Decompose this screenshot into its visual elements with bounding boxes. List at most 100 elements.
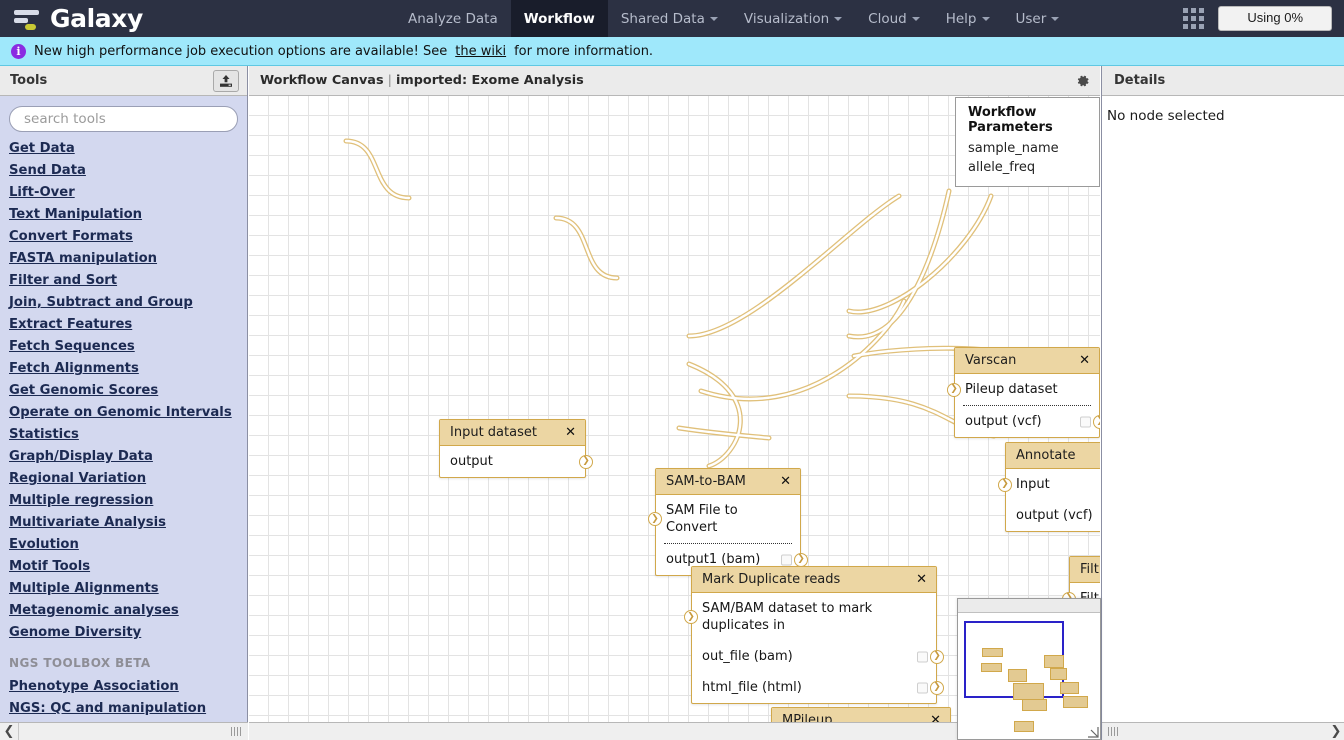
tool-item-operate-on-genomic-intervals[interactable]: Operate on Genomic Intervals — [9, 402, 238, 424]
tool-item-metagenomic-analyses[interactable]: Metagenomic analyses — [9, 600, 238, 622]
output-terminal[interactable]: ❯ — [579, 455, 593, 469]
upload-icon[interactable] — [213, 70, 239, 92]
tool-item-phenotype-association[interactable]: Phenotype Association — [9, 676, 238, 698]
node-input-dataset[interactable]: Input dataset ✕ output ❯ — [439, 419, 586, 478]
node-output-row: html_file (html) ❯ — [692, 672, 936, 703]
details-scrollbar[interactable]: ❯ — [1102, 722, 1344, 740]
output-visible-icon[interactable] — [781, 554, 792, 565]
wiki-link[interactable]: the wiki — [455, 44, 506, 59]
close-icon[interactable]: ✕ — [922, 714, 941, 722]
output-terminal[interactable]: ❯ — [794, 553, 808, 567]
node-header[interactable]: SAM-to-BAM ✕ — [656, 469, 800, 495]
output-visible-icon[interactable] — [1080, 416, 1091, 427]
chevron-right-icon[interactable]: ❯ — [1327, 723, 1344, 740]
search-input[interactable] — [9, 106, 238, 132]
nav-item-help[interactable]: Help — [933, 0, 1003, 37]
close-icon[interactable]: ✕ — [772, 475, 791, 488]
chevron-down-icon — [912, 17, 920, 21]
node-header[interactable]: MPileup ✕ — [772, 708, 950, 722]
close-icon[interactable]: ✕ — [908, 573, 927, 586]
nav-item-shared-data[interactable]: Shared Data — [608, 0, 731, 37]
tool-item-regional-variation[interactable]: Regional Variation — [9, 468, 238, 490]
nav-label: Visualization — [744, 11, 829, 27]
tool-item-evolution[interactable]: Evolution — [9, 534, 238, 556]
tool-item-motif-tools[interactable]: Motif Tools — [9, 556, 238, 578]
tool-item-extract-features[interactable]: Extract Features — [9, 314, 238, 336]
brand[interactable]: Galaxy — [0, 0, 395, 37]
node-output-row: output (vcf) ❯ — [955, 406, 1099, 437]
node-body: ❯ SAM/BAM dataset to mark duplicates in … — [692, 593, 936, 703]
tool-item-filter-and-sort[interactable]: Filter and Sort — [9, 270, 238, 292]
details-title: Details — [1114, 73, 1165, 88]
output-visible-icon[interactable] — [917, 682, 928, 693]
tool-item-statistics[interactable]: Statistics — [9, 424, 238, 446]
node-mark-duplicate-reads[interactable]: Mark Duplicate reads ✕ ❯ SAM/BAM dataset… — [691, 566, 937, 704]
tool-item-fetch-alignments[interactable]: Fetch Alignments — [9, 358, 238, 380]
nav-item-analyze-data[interactable]: Analyze Data — [395, 0, 511, 37]
node-body: ❯ SAM File to Convert output1 (bam) ❯ — [656, 495, 800, 575]
output-visible-icon[interactable] — [917, 651, 928, 662]
tool-item-fasta-manipulation[interactable]: FASTA manipulation — [9, 248, 238, 270]
resize-handle-icon[interactable] — [1087, 726, 1099, 738]
minimap-node — [981, 663, 1002, 672]
tool-item-genome-diversity[interactable]: Genome Diversity — [9, 622, 238, 644]
tool-item-text-manipulation[interactable]: Text Manipulation — [9, 204, 238, 226]
tool-section-header: NGS TOOLBOX BETA — [9, 652, 238, 674]
chevron-down-icon — [982, 17, 990, 21]
input-terminal[interactable]: ❯ — [684, 610, 698, 624]
tool-item-graph-display-data[interactable]: Graph/Display Data — [9, 446, 238, 468]
grid-menu-icon[interactable] — [1183, 8, 1204, 29]
close-icon[interactable]: ✕ — [1071, 354, 1090, 367]
scrollbar-grip[interactable] — [1108, 727, 1118, 736]
chevron-left-icon[interactable]: ❮ — [0, 723, 18, 740]
nav-item-visualization[interactable]: Visualization — [731, 0, 855, 37]
workflow-minimap[interactable] — [957, 598, 1101, 740]
tool-item-multivariate-analysis[interactable]: Multivariate Analysis — [9, 512, 238, 534]
tool-item-multiple-alignments[interactable]: Multiple Alignments — [9, 578, 238, 600]
tool-item-send-data[interactable]: Send Data — [9, 160, 238, 182]
tool-item-get-data[interactable]: Get Data — [9, 138, 238, 160]
node-varscan[interactable]: Varscan ✕ ❯ Pileup dataset output (vcf) … — [954, 347, 1100, 438]
close-icon[interactable]: ✕ — [557, 426, 576, 439]
scrollbar-track[interactable] — [18, 723, 248, 740]
node-header[interactable]: Annotate ✕ — [1006, 443, 1100, 469]
node-input-label: Input — [1016, 477, 1050, 492]
minimap-node — [982, 648, 1003, 657]
input-terminal[interactable]: ❯ — [648, 512, 662, 526]
node-title: Filt — [1080, 562, 1099, 577]
scrollbar-track[interactable] — [1102, 723, 1327, 740]
output-terminal[interactable]: ❯ — [930, 681, 944, 695]
tool-item-lift-over[interactable]: Lift-Over — [9, 182, 238, 204]
nav-item-user[interactable]: User — [1003, 0, 1073, 37]
input-terminal[interactable]: ❯ — [998, 478, 1012, 492]
node-header[interactable]: Input dataset ✕ — [440, 420, 585, 446]
node-mpileup[interactable]: MPileup ✕ ❯ BAM file 1 > BAM file output… — [771, 707, 951, 722]
tool-item-fetch-sequences[interactable]: Fetch Sequences — [9, 336, 238, 358]
scrollbar-grip[interactable] — [231, 727, 241, 736]
usage-button[interactable]: Using 0% — [1218, 6, 1332, 30]
tool-item-join-subtract-and-group[interactable]: Join, Subtract and Group — [9, 292, 238, 314]
tool-item-get-genomic-scores[interactable]: Get Genomic Scores — [9, 380, 238, 402]
node-header[interactable]: Varscan ✕ — [955, 348, 1099, 374]
nav-item-cloud[interactable]: Cloud — [855, 0, 933, 37]
node-header[interactable]: Mark Duplicate reads ✕ — [692, 567, 936, 593]
node-annotate[interactable]: Annotate ✕ ❯ Input output (vcf) — [1005, 442, 1100, 532]
node-title: Input dataset — [450, 425, 537, 440]
node-title: Varscan — [965, 353, 1016, 368]
tool-item-multiple-regression[interactable]: Multiple regression — [9, 490, 238, 512]
nav-label: Help — [946, 11, 977, 27]
tool-item-convert-formats[interactable]: Convert Formats — [9, 226, 238, 248]
tool-panel-title: Tools — [10, 73, 47, 88]
gear-icon[interactable] — [1076, 74, 1090, 88]
tool-item-ngs-qc-and-manipulation[interactable]: NGS: QC and manipulation — [9, 698, 238, 720]
canvas-title-main: Workflow Canvas — [260, 73, 384, 88]
output-terminal[interactable]: ❯ — [930, 650, 944, 664]
output-terminal[interactable]: ❯ — [1093, 415, 1100, 429]
node-sam-to-bam[interactable]: SAM-to-BAM ✕ ❯ SAM File to Convert outpu… — [655, 468, 801, 576]
close-icon[interactable]: ✕ — [1096, 449, 1100, 462]
minimap-body[interactable] — [958, 613, 1100, 739]
node-header[interactable]: Filt ✕ — [1070, 557, 1100, 583]
input-terminal[interactable]: ❯ — [947, 383, 961, 397]
nav-item-workflow[interactable]: Workflow — [511, 0, 608, 37]
tool-panel-scrollbar[interactable]: ❮ — [0, 722, 248, 740]
